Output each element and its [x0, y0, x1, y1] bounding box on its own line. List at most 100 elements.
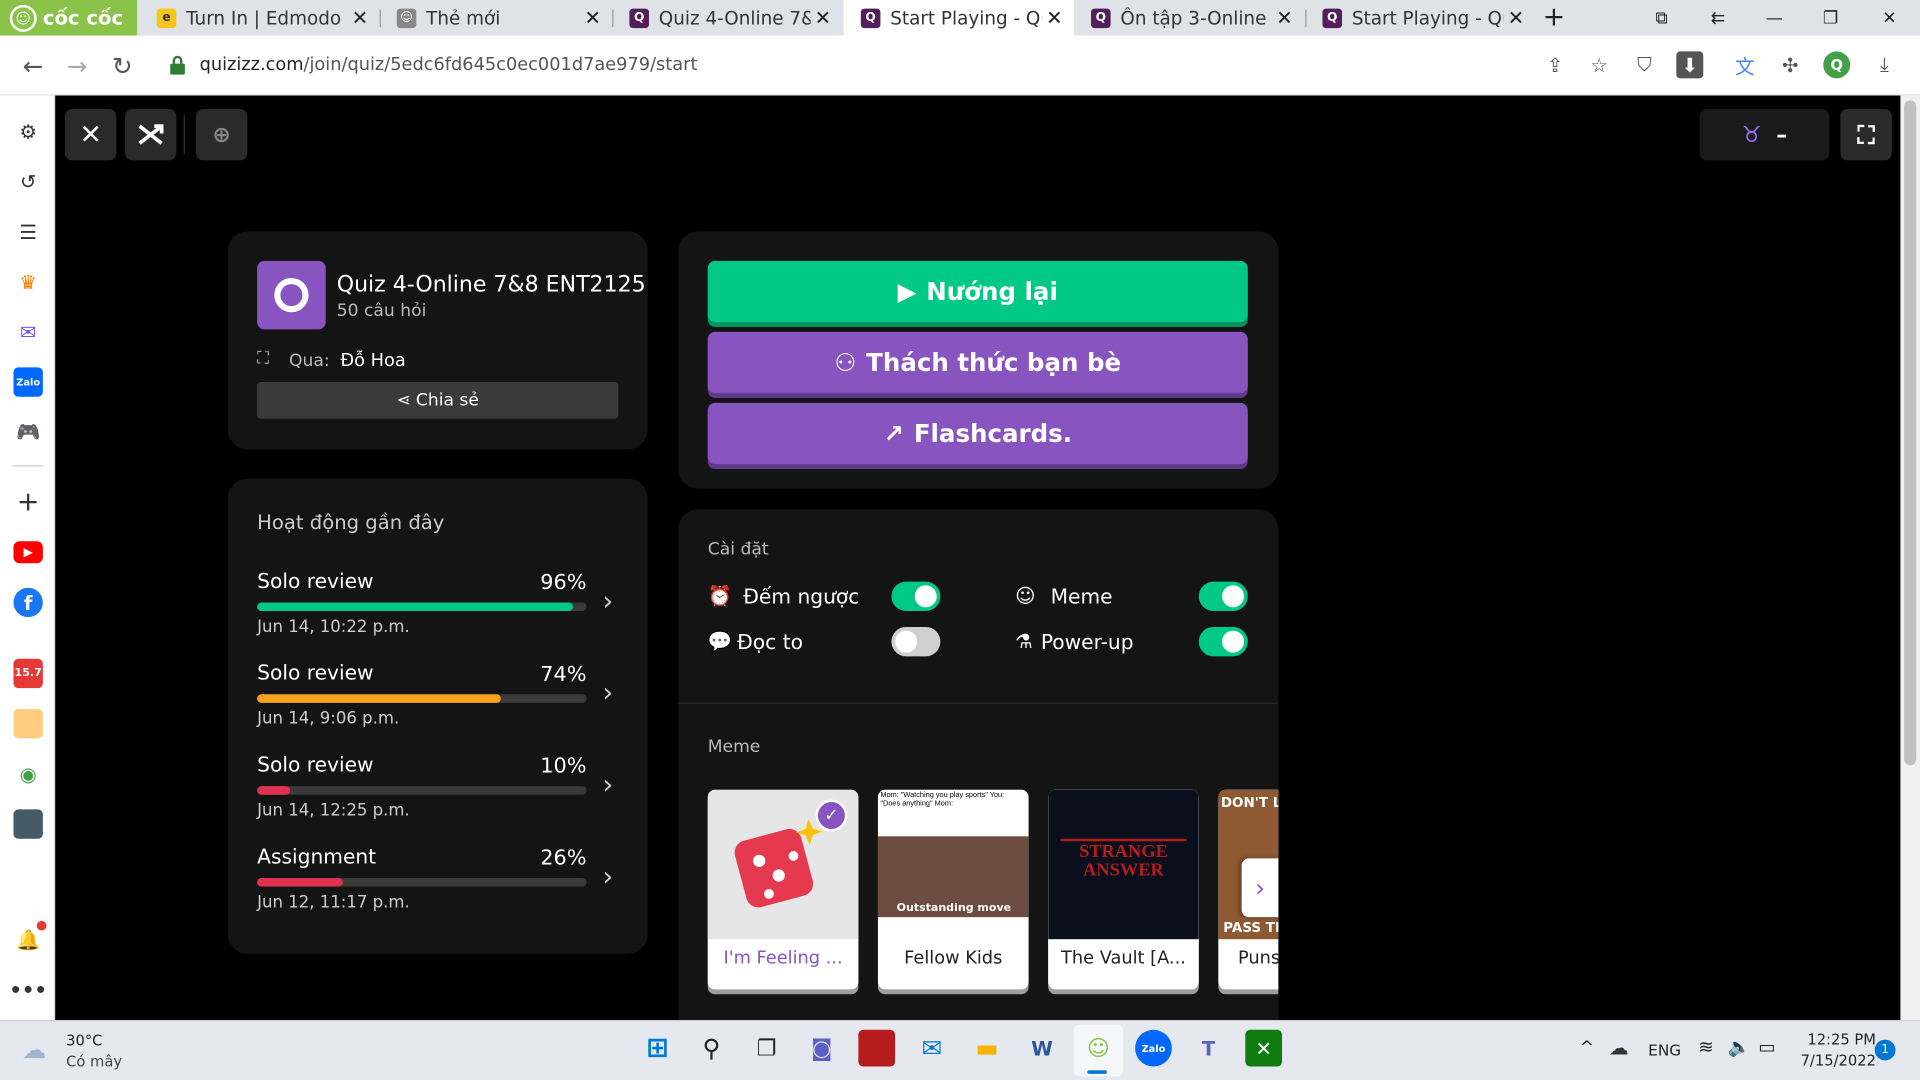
onedrive-icon[interactable]: ☁ — [1609, 1036, 1629, 1059]
volume-icon[interactable]: 🔈 — [1728, 1036, 1751, 1058]
chevron-right-icon[interactable]: › — [602, 587, 613, 618]
extensions-icon[interactable]: ✣ — [1777, 51, 1804, 78]
scrollbar-thumb[interactable] — [1904, 100, 1917, 766]
screen-capture-icon[interactable]: ⧉ — [1633, 0, 1689, 36]
flashcards-button[interactable]: ↗ Flashcards. — [707, 402, 1248, 465]
shield-icon[interactable]: ⛉ — [1631, 51, 1658, 78]
quizizz-mode-icon[interactable] — [124, 108, 177, 161]
minimize-icon[interactable]: — — [1746, 0, 1802, 36]
activity-date: Jun 14, 9:06 p.m. — [257, 708, 400, 729]
new-tab-icon[interactable]: + — [1533, 0, 1575, 36]
url-text[interactable]: quizizz.com/join/quiz/5edc6fd645c0ec001d… — [200, 55, 698, 75]
battery-icon[interactable]: ▭ — [1758, 1036, 1775, 1058]
teams-icon[interactable]: T — [1190, 1030, 1227, 1067]
downloads-icon[interactable]: ⤓ — [1871, 51, 1898, 78]
close-window-icon[interactable]: ✕ — [1861, 0, 1917, 36]
restore-icon[interactable]: ❐ — [1802, 0, 1858, 36]
cloud-weather-icon[interactable]: ☁ — [22, 1035, 56, 1064]
tab-start-playing[interactable]: Q Start Playing - Quizi ✕ — [1305, 0, 1535, 36]
back-icon[interactable]: ← — [17, 50, 49, 82]
read-aloud-toggle[interactable] — [891, 626, 941, 657]
xbox-icon[interactable]: ✕ — [1245, 1029, 1283, 1067]
download-arrow-icon[interactable]: ⬇ — [1676, 51, 1704, 79]
chevron-right-icon[interactable]: › — [602, 862, 613, 893]
address-bar: ← → ↻ quizizz.com/join/quiz/5edc6fd645c0… — [0, 35, 1920, 96]
score-progress-bar — [257, 786, 587, 795]
activity-name: Solo review — [257, 661, 374, 685]
shopping-bag-icon[interactable]: 15.7 — [13, 658, 43, 689]
tab-search-icon[interactable]: ⇇ — [1690, 0, 1746, 36]
share-page-icon[interactable]: ⇪ — [1542, 51, 1569, 78]
task-view-icon[interactable]: ❐ — [748, 1030, 785, 1067]
quiz-title: Quiz 4-Online 7&8 ENT2125 — [336, 271, 646, 298]
bookmark-star-icon[interactable]: ☆ — [1586, 51, 1613, 78]
facebook-icon[interactable]: f — [13, 587, 43, 618]
clock-time[interactable]: 12:25 PM — [1798, 1031, 1876, 1048]
tab-on-tap-3[interactable]: Q Ôn tập 3-Online 5& ✕ — [1074, 0, 1304, 36]
zoom-icon[interactable]: ⊕ — [195, 108, 248, 161]
tab-edmodo[interactable]: e Turn In | Edmodo ✕ — [140, 0, 380, 36]
powerup-toggle[interactable] — [1198, 626, 1248, 657]
forward-icon[interactable]: → — [61, 50, 93, 82]
meme-card-feeling-lucky[interactable]: ✓ I'm Feeling ... — [707, 789, 859, 990]
game-avatar-icon[interactable] — [13, 708, 43, 739]
chevron-up-icon[interactable]: ^ — [1580, 1038, 1594, 1058]
mastery-toggle[interactable]: ♉ – — [1699, 108, 1830, 161]
close-tab-icon[interactable]: ✕ — [1504, 6, 1528, 29]
clock-date[interactable]: 7/15/2022 — [1793, 1052, 1876, 1069]
replay-button[interactable]: ▶ Nướng lại — [707, 260, 1248, 323]
tab-new[interactable]: ☺ Thẻ mới ✕ — [380, 0, 613, 36]
youtube-icon[interactable]: ▶ — [13, 541, 43, 564]
close-tab-icon[interactable]: ✕ — [811, 6, 835, 29]
fullscreen-icon[interactable]: ⛶ — [1840, 108, 1892, 161]
file-explorer-icon[interactable]: ▬ — [969, 1030, 1006, 1067]
more-options-icon[interactable]: ••• — [9, 975, 47, 1004]
meme-icon: ☺ — [1015, 584, 1036, 608]
share-button[interactable]: ⋖ Chia sẻ — [257, 382, 619, 419]
notification-badge[interactable]: 1 — [1874, 1039, 1896, 1061]
messenger-icon[interactable]: ✉ — [13, 317, 42, 346]
meme-card-fellow-kids[interactable]: Mom: "Watching you play sports" You: "Do… — [877, 789, 1029, 990]
close-tab-icon[interactable]: ✕ — [1042, 6, 1066, 29]
history-icon[interactable]: ↺ — [13, 167, 42, 196]
next-meme-button[interactable]: › — [1241, 858, 1279, 918]
meme-card-the-vault[interactable]: STRANGE ANSWER The Vault [A... — [1048, 789, 1199, 990]
reading-list-icon[interactable]: ☰ — [13, 217, 42, 246]
game-controller-icon[interactable]: 🎮 — [13, 416, 42, 445]
profile-picture-icon[interactable] — [13, 809, 43, 839]
close-tab-icon[interactable]: ✕ — [580, 6, 604, 29]
zalo-taskbar-icon[interactable]: Zalo — [1135, 1029, 1172, 1067]
tab-start-playing-active[interactable]: Q Start Playing - Quizi ✕ — [843, 0, 1074, 36]
close-tab-icon[interactable]: ✕ — [1272, 6, 1296, 29]
countdown-icon: ⏰ — [707, 584, 733, 608]
teams-chat-icon[interactable]: ◙ — [803, 1030, 840, 1067]
translate-icon[interactable]: 文 — [1731, 51, 1758, 78]
windows-start-icon[interactable]: ⊞ — [639, 1030, 676, 1067]
zalo-icon[interactable]: Zalo — [13, 367, 43, 397]
reload-icon[interactable]: ↻ — [107, 50, 139, 82]
coccoc-extension-icon[interactable]: ◉ — [13, 759, 42, 788]
challenge-friends-button[interactable]: ⚇ Thách thức bạn bè — [707, 331, 1248, 394]
crown-icon[interactable]: ♛ — [13, 267, 42, 296]
wifi-icon[interactable]: ≋ — [1698, 1036, 1713, 1058]
meme-toggle[interactable] — [1198, 581, 1248, 612]
browser-logo[interactable]: ☺ cốc cốc — [0, 0, 138, 36]
question-count: 50 câu hỏi — [336, 301, 427, 321]
close-quiz-button[interactable]: ✕ — [64, 108, 117, 161]
activity-date: Jun 14, 12:25 p.m. — [257, 800, 410, 821]
close-tab-icon[interactable]: ✕ — [348, 6, 372, 29]
profile-avatar[interactable]: Q — [1823, 51, 1851, 79]
coccoc-taskbar-icon[interactable]: ☺ — [1080, 1030, 1117, 1067]
countdown-toggle[interactable] — [891, 581, 941, 612]
edmodo-icon: e — [156, 7, 177, 28]
chevron-right-icon[interactable]: › — [602, 678, 613, 709]
add-icon[interactable]: + — [13, 487, 42, 518]
mail-icon[interactable]: ✉ — [913, 1030, 950, 1067]
search-icon[interactable]: ⚲ — [693, 1030, 730, 1067]
tab-quiz-4[interactable]: Q Quiz 4-Online 7&8 E ✕ — [612, 0, 842, 36]
word-icon[interactable]: W — [1024, 1030, 1061, 1067]
settings-gear-icon[interactable]: ⚙ — [13, 116, 42, 145]
language-indicator[interactable]: ENG — [1648, 1041, 1681, 1059]
chevron-right-icon[interactable]: › — [602, 770, 613, 801]
game-app-icon[interactable] — [858, 1029, 896, 1067]
